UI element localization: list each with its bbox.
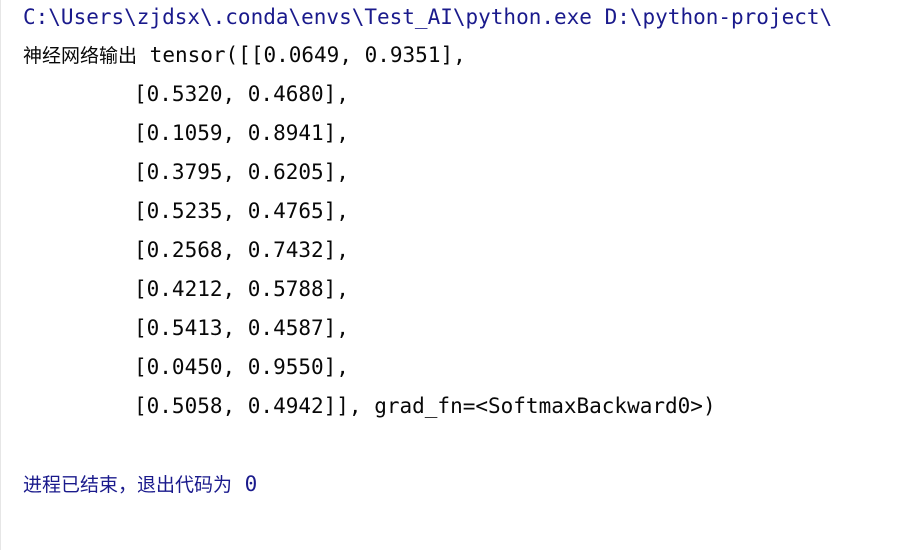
tensor-row-10: [0.5058, 0.4942]], grad_fn=<SoftmaxBackw… <box>134 394 716 418</box>
exit-message: 进程已结束，退出代码为 <box>23 474 233 496</box>
tensor-row-1: tensor([[0.0649, 0.9351], <box>149 43 466 67</box>
run-console-output: C:\Users\zjdsx\.conda\envs\Test_AI\pytho… <box>0 0 919 550</box>
tensor-row-9: [0.0450, 0.9550], <box>134 355 349 379</box>
output-label: 神经网络输出 <box>23 45 138 67</box>
command-line: C:\Users\zjdsx\.conda\envs\Test_AI\pytho… <box>23 5 833 29</box>
tensor-row-7: [0.4212, 0.5788], <box>134 277 349 301</box>
output-first-line: 神经网络输出 tensor([[0.0649, 0.9351], <box>23 42 466 69</box>
tensor-row-8: [0.5413, 0.4587], <box>134 316 349 340</box>
tensor-row-6: [0.2568, 0.7432], <box>134 238 349 262</box>
exit-status-line: 进程已结束，退出代码为 0 <box>23 471 257 498</box>
tensor-row-4: [0.3795, 0.6205], <box>134 160 349 184</box>
tensor-row-5: [0.5235, 0.4765], <box>134 199 349 223</box>
exit-code: 0 <box>244 472 258 496</box>
tensor-row-2: [0.5320, 0.4680], <box>134 82 349 106</box>
tensor-row-3: [0.1059, 0.8941], <box>134 121 349 145</box>
